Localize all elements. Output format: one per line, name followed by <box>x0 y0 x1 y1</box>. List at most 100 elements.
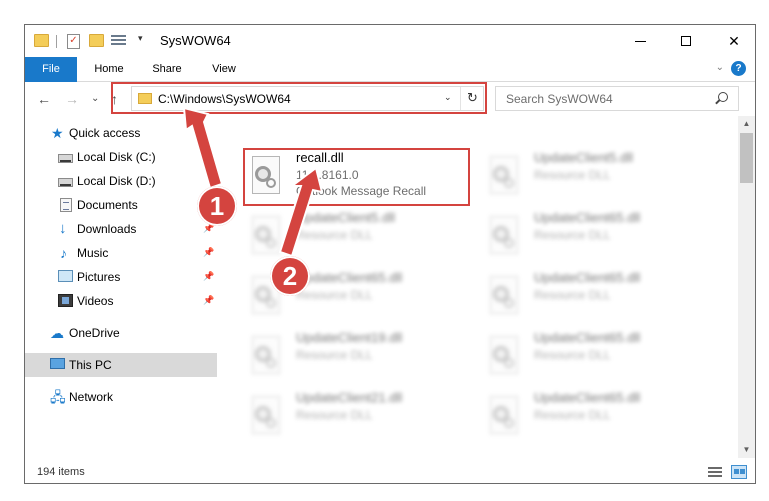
callout-step-2: 2 <box>270 256 310 296</box>
sidebar-item-onedrive[interactable]: ☁ OneDrive <box>25 321 217 345</box>
file-name: UpdateClient65.dll <box>534 390 641 405</box>
sidebar-item-label: Downloads <box>77 222 137 236</box>
sidebar-item-label: Music <box>77 246 109 260</box>
chevron-down-icon[interactable]: ▾ <box>138 33 143 44</box>
search-placeholder: Search SysWOW64 <box>506 92 613 106</box>
pictures-icon <box>58 270 73 282</box>
pc-icon <box>50 358 65 369</box>
star-icon: ★ <box>51 125 64 141</box>
new-folder-icon[interactable] <box>89 34 104 47</box>
file-name: UpdateClient65.dll <box>534 330 641 345</box>
file-item[interactable]: UpdateClient5.dll Resource DLL <box>245 208 475 266</box>
downloads-icon: ↓ <box>59 220 67 237</box>
disk-icon <box>58 154 73 163</box>
dll-file-icon <box>486 216 522 256</box>
sidebar-item-label: Local Disk (C:) <box>77 150 156 164</box>
file-name: UpdateClient19.dll <box>296 330 403 345</box>
file-item[interactable]: UpdateClient21.dll Resource DLL <box>245 388 475 446</box>
minimize-icon <box>635 41 646 42</box>
tab-share[interactable]: Share <box>146 57 188 82</box>
help-icon[interactable]: ? <box>731 61 746 76</box>
file-type: Resource DLL <box>296 228 373 242</box>
sidebar-item-local-disk-d[interactable]: Local Disk (D:) <box>25 169 217 193</box>
file-item[interactable]: UpdateClient19.dll Resource DLL <box>245 328 475 386</box>
tab-file[interactable]: File <box>25 57 77 82</box>
pin-icon[interactable]: 📌 <box>203 247 214 258</box>
sidebar-item-documents[interactable]: Documents 📌 <box>25 193 217 217</box>
folder-icon <box>34 34 49 47</box>
sidebar-item-label: Quick access <box>69 126 141 140</box>
dll-file-icon <box>486 396 522 436</box>
scroll-up-button[interactable]: ▲ <box>738 116 755 132</box>
close-button[interactable]: ✕ <box>711 25 755 57</box>
window-title: SysWOW64 <box>160 33 231 48</box>
sidebar-item-label: Network <box>69 390 114 404</box>
forward-button[interactable]: → <box>65 91 79 107</box>
network-icon: 🖧 <box>50 389 66 405</box>
file-type: Resource DLL <box>296 288 373 302</box>
file-type: Resource DLL <box>296 348 373 362</box>
dll-file-icon <box>486 276 522 316</box>
file-item[interactable]: UpdateClient65.dll Resource DLL <box>483 208 713 266</box>
navigation-pane: ★ Quick access Local Disk (C:) Local Dis… <box>25 121 220 461</box>
sidebar-item-music[interactable]: ♪ Music 📌 <box>25 241 217 265</box>
status-bar: 194 items <box>25 461 755 483</box>
sidebar-item-label: OneDrive <box>69 326 120 340</box>
tab-view[interactable]: View <box>206 57 242 82</box>
pin-icon[interactable]: 📌 <box>203 295 214 306</box>
scroll-thumb[interactable] <box>740 133 753 183</box>
sidebar-item-network[interactable]: 🖧 Network <box>25 385 217 409</box>
search-input[interactable]: Search SysWOW64 <box>495 86 739 111</box>
file-name: UpdateClient5.dll <box>296 210 396 225</box>
sidebar-item-quick-access[interactable]: ★ Quick access <box>25 121 217 145</box>
sidebar-item-pictures[interactable]: Pictures 📌 <box>25 265 217 289</box>
file-name: UpdateClient65.dll <box>296 270 403 285</box>
file-item[interactable]: UpdateClient65.dll Resource DLL <box>483 268 713 326</box>
details-view-icon[interactable] <box>707 465 723 479</box>
item-count: 194 items <box>37 466 85 478</box>
file-name: UpdateClient21.dll <box>296 390 403 405</box>
navigation-bar: ← → ⌄ ↑ C:\Windows\SysWOW64 ⌄ ↻ Search S… <box>25 82 755 116</box>
disk-icon <box>58 178 73 187</box>
scroll-down-button[interactable]: ▼ <box>738 442 755 458</box>
dll-file-icon <box>486 336 522 376</box>
dll-file-icon <box>248 336 284 376</box>
file-type: Resource DLL <box>534 168 611 182</box>
file-highlight-box <box>243 148 470 206</box>
cloud-icon: ☁ <box>50 325 64 341</box>
large-icons-view-icon[interactable] <box>731 465 747 479</box>
recent-locations-button[interactable]: ⌄ <box>91 93 99 104</box>
minimize-button[interactable] <box>619 25 665 57</box>
address-highlight-box <box>111 82 487 114</box>
sidebar-item-videos[interactable]: Videos 📌 <box>25 289 217 313</box>
pin-icon[interactable]: 📌 <box>203 271 214 282</box>
videos-icon <box>58 294 73 307</box>
properties-check-icon[interactable]: ✓ <box>67 34 80 49</box>
search-icon[interactable] <box>718 92 728 102</box>
vertical-scrollbar[interactable]: ▲ ▼ <box>738 116 755 458</box>
sidebar-item-downloads[interactable]: ↓ Downloads 📌 <box>25 217 217 241</box>
back-button[interactable]: ← <box>37 91 51 107</box>
title-bar: ✓ ▾ SysWOW64 ✕ <box>25 25 755 57</box>
file-item[interactable]: UpdateClient5.dll Resource DLL <box>483 148 713 206</box>
ribbon-tabs: File Home Share View ⌄ ? <box>25 57 755 82</box>
tab-home[interactable]: Home <box>87 57 131 82</box>
file-type: Resource DLL <box>534 408 611 422</box>
file-type: Resource DLL <box>534 228 611 242</box>
maximize-icon <box>681 36 691 46</box>
sidebar-item-local-disk-c[interactable]: Local Disk (C:) <box>25 145 217 169</box>
sidebar-item-this-pc[interactable]: This PC <box>25 353 217 377</box>
customize-toolbar-icon[interactable] <box>111 34 126 47</box>
sidebar-item-label: Pictures <box>77 270 121 284</box>
file-item[interactable]: UpdateClient65.dll Resource DLL <box>483 328 713 386</box>
maximize-button[interactable] <box>665 25 711 57</box>
callout-step-1: 1 <box>197 186 237 226</box>
dll-file-icon <box>486 156 522 196</box>
file-item[interactable]: UpdateClient65.dll Resource DLL <box>483 388 713 446</box>
sidebar-item-label: This PC <box>69 358 112 372</box>
file-type: Resource DLL <box>534 348 611 362</box>
expand-ribbon-icon[interactable]: ⌄ <box>716 62 724 73</box>
file-type: Resource DLL <box>296 408 373 422</box>
close-icon: ✕ <box>728 33 740 49</box>
sidebar-item-label: Local Disk (D:) <box>77 174 156 188</box>
